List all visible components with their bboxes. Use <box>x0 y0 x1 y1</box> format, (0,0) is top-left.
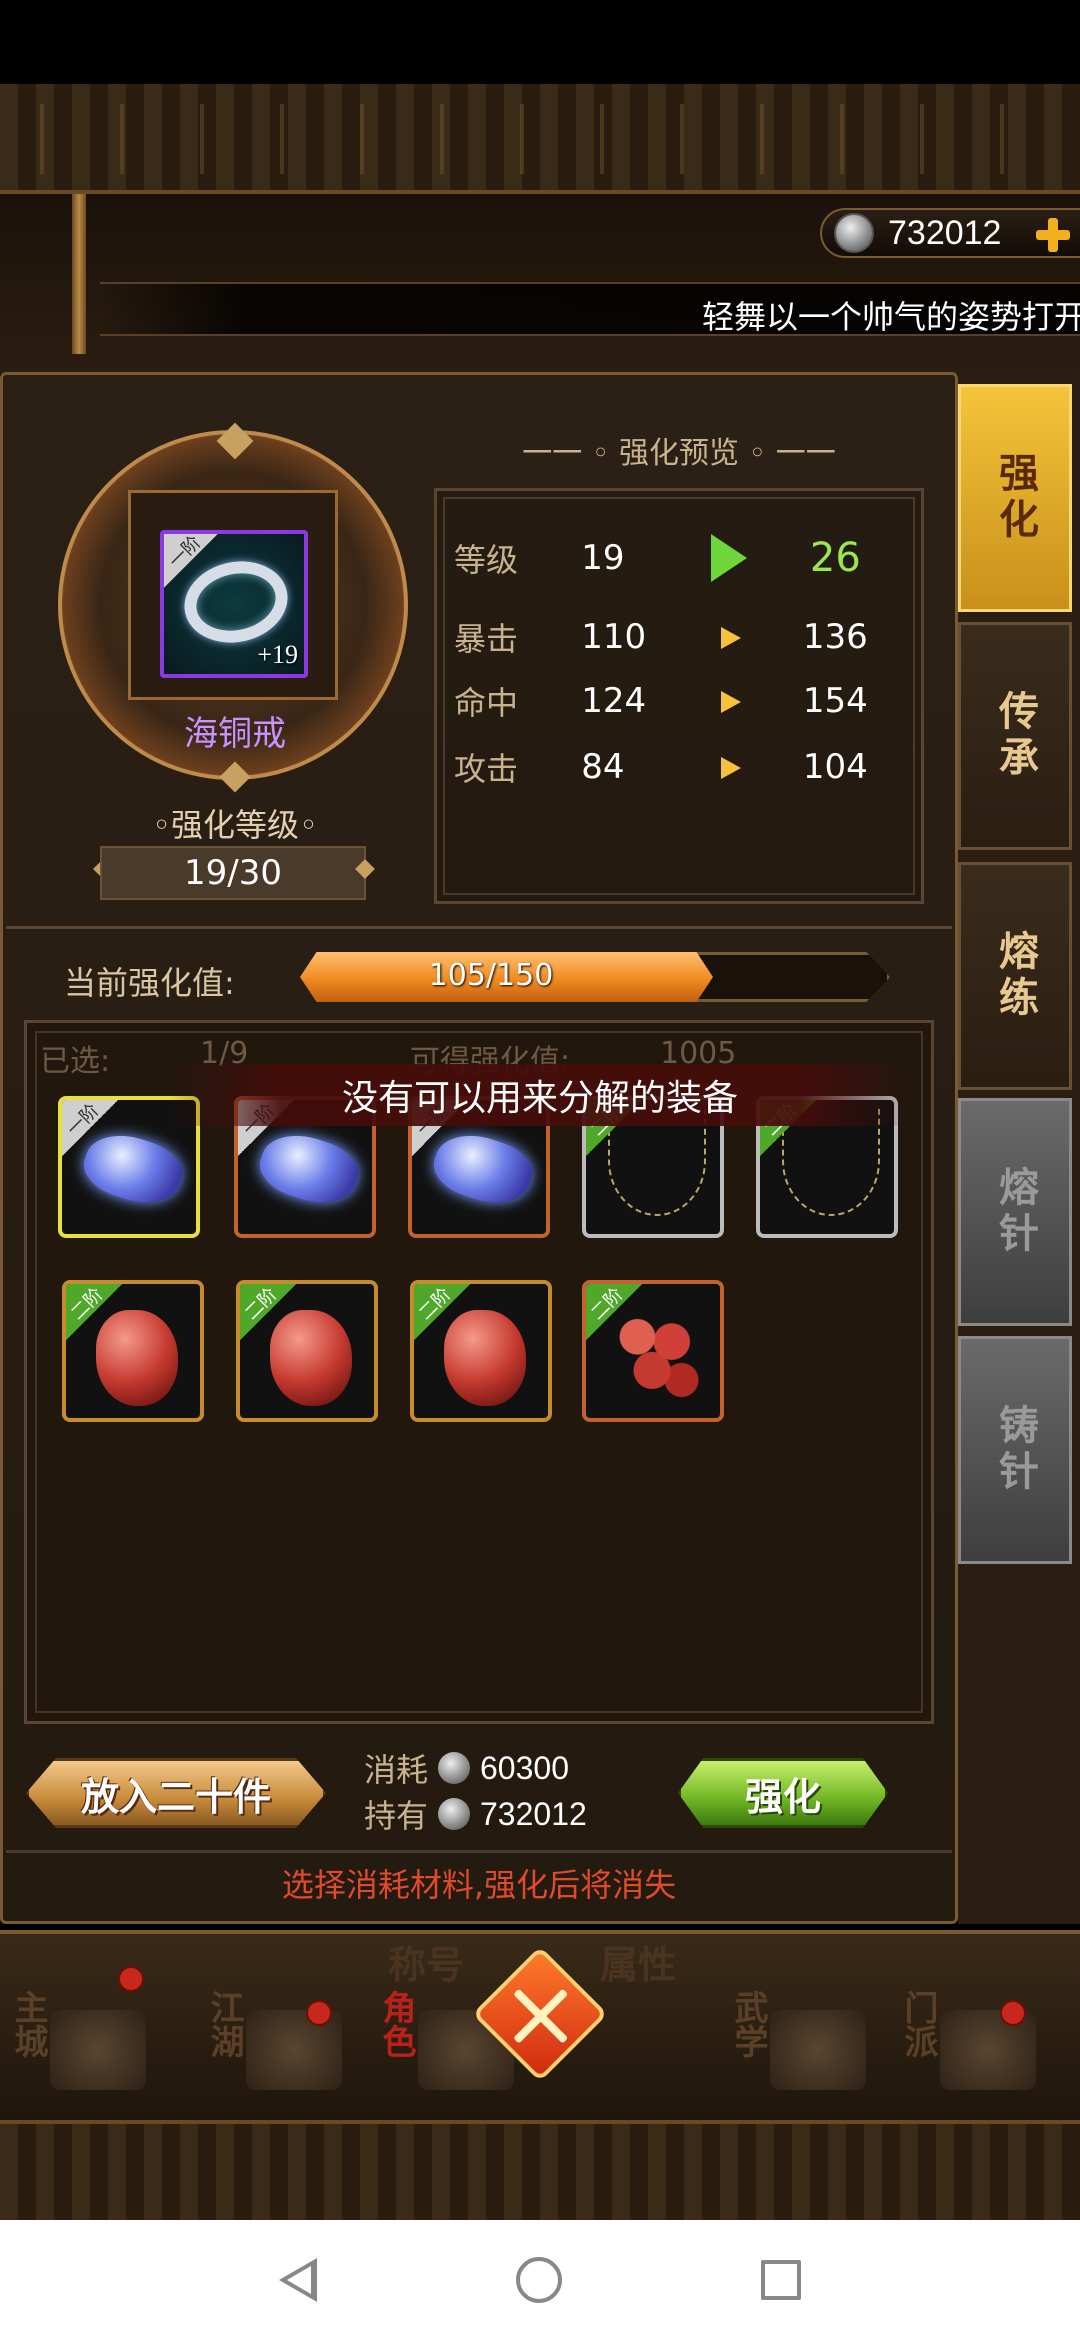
top-frieze <box>0 84 1080 194</box>
nav-title-button[interactable]: 称号 <box>388 1934 464 1989</box>
stat-row-attack: 攻击 84 104 <box>454 737 894 797</box>
put-twenty-button[interactable]: 放入二十件 <box>26 1758 326 1828</box>
nav-label: 江湖 <box>204 1990 244 2058</box>
hint-text: 选择消耗材料,强化后将消失 <box>281 1866 677 1904</box>
arrow-right-icon <box>699 747 777 787</box>
tab-smelt[interactable]: 熔练 <box>958 862 1072 1090</box>
current-enhance-label: 当前强化值: <box>64 964 235 1002</box>
tier-label: 二阶 <box>414 1283 456 1325</box>
pillar-decoration <box>72 194 86 354</box>
arrow-right-icon <box>699 681 777 721</box>
nav-label: 门派 <box>898 1990 938 2058</box>
city-icon <box>50 2010 146 2090</box>
recent-apps-icon[interactable] <box>760 2260 801 2300</box>
status-bar <box>0 0 1080 84</box>
stat-to: 154 <box>802 681 868 721</box>
enhance-progress-text: 105/150 <box>300 958 890 993</box>
stat-to: 136 <box>802 617 868 657</box>
tier-label: 一阶 <box>62 1099 104 1141</box>
tab-label: 传承 <box>992 690 1039 782</box>
nav-label: 主城 <box>8 1990 48 2058</box>
enhance-level-value: 19/30 <box>100 846 366 900</box>
tab-label: 熔针 <box>992 1166 1039 1258</box>
notification-dot <box>118 1966 144 1992</box>
broadcast-marquee: 轻舞以一个帅气的姿势打开 <box>100 282 1080 336</box>
tab-inherit[interactable]: 传承 <box>958 622 1072 850</box>
tab-cast-needle[interactable]: 铸针 <box>958 1336 1072 1564</box>
home-icon[interactable] <box>515 2257 562 2303</box>
nav-label: 角色 <box>376 1990 416 2058</box>
stat-label: 等级 <box>454 541 519 579</box>
tier-ribbon: 二阶 <box>240 1284 296 1340</box>
martial-icon <box>770 2010 866 2090</box>
tier-ribbon: 二阶 <box>586 1284 642 1340</box>
tier-label: 二阶 <box>66 1283 108 1325</box>
nav-attributes-button[interactable]: 属性 <box>600 1934 676 1989</box>
material-slot[interactable]: 二阶 <box>410 1280 552 1422</box>
tier-label: 二阶 <box>586 1283 628 1325</box>
own-value: 732012 <box>480 1795 587 1832</box>
stat-from: 84 <box>581 747 625 787</box>
own-row: 持有 732012 <box>364 1792 624 1836</box>
stat-label: 攻击 <box>454 750 519 788</box>
preview-title: 一一 ◦ 强化预览 ◦ 一一 <box>522 436 836 471</box>
equipment-slot[interactable]: 一阶 +19 <box>160 530 308 678</box>
cost-label: 消耗 <box>364 1751 429 1789</box>
cost-row: 消耗 60300 <box>364 1746 624 1790</box>
system-navigation-bar <box>0 2220 1080 2340</box>
add-currency-icon[interactable] <box>1034 216 1072 254</box>
nav-item-jianghu[interactable]: 江湖 <box>196 1990 356 2100</box>
tier-label: 二阶 <box>240 1283 282 1325</box>
tier-ribbon: 一阶 <box>164 534 218 588</box>
tier-label: 一阶 <box>164 531 206 573</box>
stat-from: 110 <box>581 617 647 657</box>
item-enhance-level: +19 <box>257 640 298 669</box>
stat-row-hit: 命中 124 154 <box>454 671 894 731</box>
stat-to: 104 <box>802 747 868 787</box>
stat-label: 命中 <box>454 684 519 722</box>
enhance-level-label: ◦强化等级◦ <box>152 806 318 844</box>
stat-row-crit: 暴击 110 136 <box>454 607 894 667</box>
tier-ribbon: 二阶 <box>66 1284 122 1340</box>
nav-item-sect[interactable]: 门派 <box>890 1990 1050 2100</box>
coin-icon <box>834 213 874 253</box>
nav-label: 武学 <box>728 1990 768 2058</box>
hint-divider <box>6 1850 952 1853</box>
bottom-frieze <box>0 2120 1080 2220</box>
tab-label: 熔练 <box>992 930 1039 1022</box>
stat-from: 19 <box>581 538 625 578</box>
item-name: 海铜戒 <box>184 714 286 754</box>
marquee-text: 轻舞以一个帅气的姿势打开 <box>701 298 1080 336</box>
tab-enhance[interactable]: 强化 <box>958 384 1072 612</box>
section-divider <box>6 926 952 929</box>
material-slot[interactable]: 二阶 <box>236 1280 378 1422</box>
tab-label: 强化 <box>992 452 1039 544</box>
coin-icon <box>438 1798 470 1830</box>
arrow-right-icon <box>699 534 777 582</box>
enhance-button[interactable]: 强化 <box>678 1758 888 1828</box>
material-slot[interactable]: 二阶 <box>62 1280 204 1422</box>
tab-label: 铸针 <box>992 1404 1039 1496</box>
material-slot[interactable]: 二阶 <box>582 1280 724 1422</box>
nav-item-martial[interactable]: 武学 <box>720 1990 880 2100</box>
tier-ribbon: 一阶 <box>62 1100 118 1156</box>
toast-message: 没有可以用来分解的装备 <box>170 1064 910 1126</box>
stat-row-level: 等级 19 26 <box>454 528 894 588</box>
stat-to: 26 <box>809 535 861 581</box>
cost-value: 60300 <box>480 1749 569 1786</box>
progress-value: 105/150 <box>428 958 554 993</box>
coin-icon <box>438 1752 470 1784</box>
tier-ribbon: 二阶 <box>414 1284 470 1340</box>
notification-dot <box>1000 2000 1026 2026</box>
currency-display: 732012 <box>820 208 1080 258</box>
tab-melt-needle[interactable]: 熔针 <box>958 1098 1072 1326</box>
stat-from: 124 <box>581 681 647 721</box>
stat-label: 暴击 <box>454 620 519 658</box>
currency-value: 732012 <box>888 213 1002 252</box>
notification-dot <box>306 2000 332 2026</box>
arrow-right-icon <box>699 617 777 657</box>
nav-item-city[interactable]: 主城 <box>0 1990 160 2100</box>
own-label: 持有 <box>364 1797 429 1835</box>
